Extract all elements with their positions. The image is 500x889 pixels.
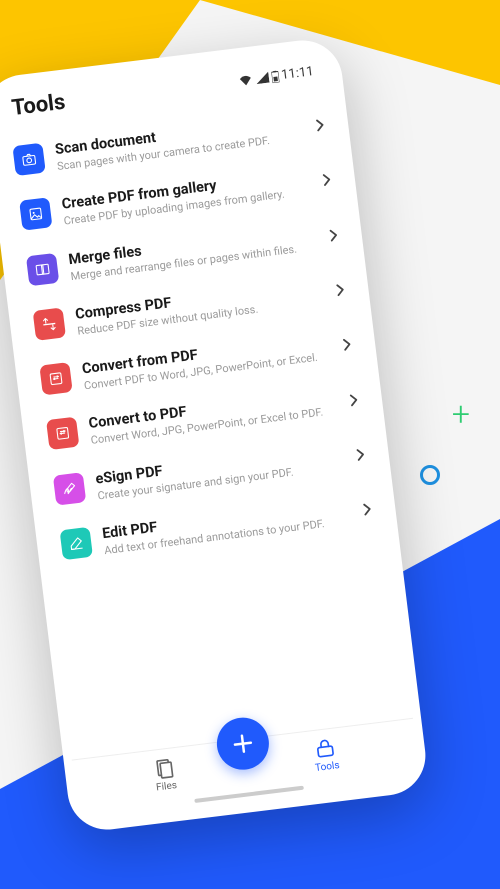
tools-list[interactable]: Scan document Scan pages with your camer… [0,87,413,759]
chevron-right-icon [315,118,325,132]
merge-icon [26,252,59,285]
convert-icon [39,362,72,395]
plus-icon [230,730,257,757]
convert-icon [46,417,79,450]
chevron-right-icon [356,448,366,462]
chevron-right-icon [322,173,332,187]
image-icon [19,198,52,231]
chevron-right-icon [349,393,359,407]
battery-icon [271,70,279,83]
chevron-right-icon [342,338,352,352]
chevron-right-icon [363,503,373,517]
camera-icon [12,143,45,176]
decor-circle-icon [420,465,440,485]
status-icons: 11:11 [237,64,315,88]
chevron-right-icon [336,283,346,297]
phone-frame: Tools 11:11 Scan document Scan pages wit… [0,36,430,834]
signal-icon [255,72,269,85]
tools-icon [313,736,338,761]
chevron-right-icon [329,228,339,242]
nav-files-label: Files [156,780,178,793]
sign-icon [53,472,86,505]
status-time: 11:11 [280,64,314,83]
page-title: Tools [10,90,66,121]
files-icon [152,756,177,781]
nav-tools[interactable]: Tools [243,728,408,782]
compress-icon [33,307,66,340]
phone-screen: Tools 11:11 Scan document Scan pages wit… [0,45,421,825]
decor-plus-icon: + [452,395,470,433]
nav-tools-label: Tools [315,760,341,774]
wifi-icon [237,74,253,87]
edit-icon [60,527,93,560]
